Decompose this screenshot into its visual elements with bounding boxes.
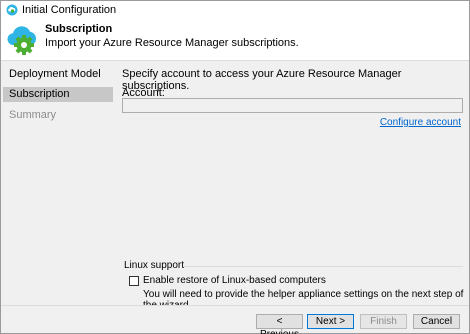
finish-button: Finish xyxy=(360,314,407,329)
enable-linux-restore-label[interactable]: Enable restore of Linux-based computers xyxy=(143,275,326,286)
enable-linux-restore-checkbox[interactable] xyxy=(129,276,139,286)
page-subtitle: Import your Azure Resource Manager subsc… xyxy=(45,37,299,49)
account-field[interactable] xyxy=(122,98,463,113)
previous-button[interactable]: < Previous xyxy=(256,314,303,334)
next-button[interactable]: Next > xyxy=(307,314,354,329)
window-title: Initial Configuration xyxy=(22,4,117,16)
cancel-button[interactable]: Cancel xyxy=(413,314,460,329)
sidebar-item-subscription[interactable]: Subscription xyxy=(3,87,113,102)
app-cloud-icon xyxy=(6,4,18,16)
wizard-footer: < Previous Next > Finish Cancel xyxy=(1,305,469,334)
sidebar-item-deployment-model[interactable]: Deployment Model xyxy=(3,67,113,82)
page-title: Subscription xyxy=(45,23,113,35)
linux-support-divider xyxy=(183,266,463,267)
linux-support-heading: Linux support xyxy=(124,260,185,271)
title-bar[interactable]: Initial Configuration xyxy=(1,1,469,19)
configure-account-link[interactable]: Configure account xyxy=(380,117,461,128)
instruction-text: Specify account to access your Azure Res… xyxy=(122,68,402,92)
cloud-gear-icon xyxy=(7,26,37,55)
wizard-steps-sidebar: Deployment Model Subscription Summary xyxy=(1,61,115,305)
main-content: Specify account to access your Azure Res… xyxy=(115,61,469,311)
wizard-header: Subscription Import your Azure Resource … xyxy=(1,19,469,60)
initial-configuration-window: Initial Configuration Subscription Impor… xyxy=(0,0,470,334)
sidebar-item-summary: Summary xyxy=(9,109,57,121)
